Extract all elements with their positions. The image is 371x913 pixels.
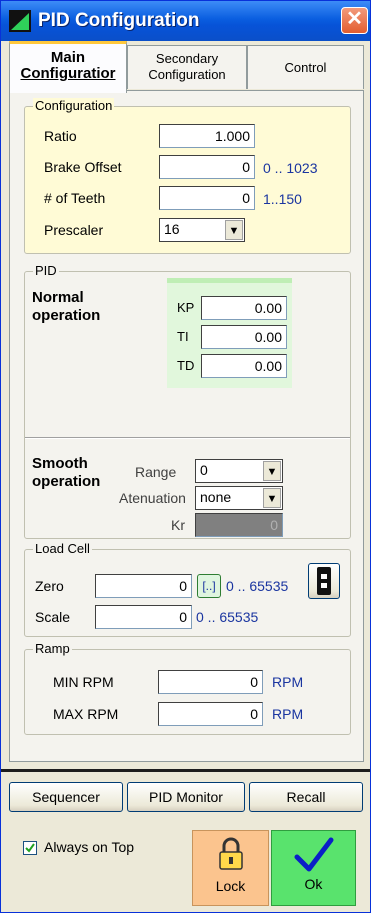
kr-input — [195, 513, 283, 537]
ok-button[interactable]: Ok — [271, 830, 356, 906]
brake-offset-input[interactable] — [159, 155, 255, 179]
bottom-separator — [1, 769, 370, 772]
ti-input[interactable] — [201, 325, 287, 349]
pid-divider — [25, 437, 350, 439]
pid-group-label: PID — [33, 263, 59, 278]
max-rpm-unit: RPM — [272, 706, 304, 722]
range-label: Range — [135, 464, 177, 480]
tab-label: Control — [284, 60, 327, 75]
prescaler-value: 16 — [164, 221, 180, 237]
min-rpm-input[interactable] — [158, 670, 263, 694]
configuration-group: Configuration Ratio Brake Offset 0 .. 10… — [24, 98, 351, 254]
td-input[interactable] — [201, 354, 287, 378]
tab-main-configuration[interactable]: Main Configuratior — [9, 41, 127, 93]
sequencer-button[interactable]: Sequencer — [9, 782, 123, 812]
lock-icon — [218, 837, 243, 870]
checkmark-icon — [25, 843, 35, 853]
tab-label-line1: Secondary — [155, 51, 219, 66]
lock-button-label: Lock — [215, 878, 246, 894]
scale-input[interactable] — [95, 605, 192, 629]
lock-button[interactable]: Lock — [192, 830, 269, 906]
load-cell-group-label: Load Cell — [33, 541, 92, 556]
always-on-top-label[interactable]: Always on Top — [44, 839, 134, 855]
min-rpm-label: MIN RPM — [53, 674, 114, 690]
window-title: PID Configuration — [38, 10, 200, 31]
chevron-down-icon[interactable]: ▼ — [225, 220, 243, 240]
tare-button[interactable] — [308, 563, 340, 599]
tab-secondary-configuration[interactable]: Secondary Configuration — [127, 45, 247, 89]
ratio-label: Ratio — [44, 128, 77, 144]
tab-label-line1: Main — [50, 49, 86, 66]
smooth-operation-label: Smooth operation — [32, 455, 101, 490]
pid-monitor-button[interactable]: PID Monitor — [127, 782, 245, 812]
zero-pick-button[interactable]: [..] — [197, 574, 221, 598]
always-on-top-checkbox[interactable] — [23, 841, 37, 855]
configuration-group-label: Configuration — [33, 98, 115, 113]
ramp-group: Ramp MIN RPM RPM MAX RPM RPM — [24, 641, 351, 735]
ti-label: TI — [177, 329, 189, 344]
atenuation-select[interactable]: none ▼ — [195, 486, 283, 510]
pid-configuration-window: PID Configuration ✕ Main Configuratior S… — [0, 0, 371, 913]
chevron-down-icon[interactable]: ▼ — [263, 461, 281, 481]
title-bar[interactable]: PID Configuration ✕ — [1, 1, 370, 41]
ok-button-label: Ok — [304, 876, 323, 892]
ramp-group-label: Ramp — [33, 641, 72, 656]
teeth-label: # of Teeth — [44, 190, 106, 206]
close-button[interactable]: ✕ — [341, 7, 368, 34]
normal-operation-label: Normal operation — [32, 289, 101, 324]
chevron-down-icon[interactable]: ▼ — [263, 488, 281, 508]
scale-range: 0 .. 65535 — [196, 609, 259, 625]
tab-label-line2: Configuration — [148, 67, 226, 82]
min-rpm-unit: RPM — [272, 674, 304, 690]
teeth-range: 1..150 — [263, 191, 302, 207]
ratio-input[interactable] — [159, 124, 255, 148]
brake-offset-label: Brake Offset — [44, 159, 122, 175]
recall-button[interactable]: Recall — [249, 782, 363, 812]
scale-label: Scale — [35, 609, 71, 625]
tab-control[interactable]: Control — [247, 45, 364, 89]
prescaler-select[interactable]: 16 ▼ — [159, 218, 245, 242]
range-select[interactable]: 0 ▼ — [195, 459, 283, 483]
td-label: TD — [177, 358, 195, 373]
brake-offset-range: 0 .. 1023 — [263, 160, 318, 176]
zero-range: 0 .. 65535 — [226, 578, 289, 594]
atenuation-label: Atenuation — [119, 490, 186, 506]
zero-label: Zero — [35, 578, 64, 594]
load-cell-icon — [317, 567, 331, 595]
tab-label-line2: Configuratior — [20, 65, 116, 82]
kp-input[interactable] — [201, 296, 287, 320]
pid-group: PID Normal operation KP TI TD Smooth ope… — [24, 263, 351, 539]
kp-label: KP — [177, 300, 195, 315]
kr-label: Kr — [171, 517, 185, 533]
teeth-input[interactable] — [159, 186, 255, 210]
max-rpm-label: MAX RPM — [53, 706, 119, 722]
checkmark-icon — [294, 837, 333, 872]
app-icon — [9, 10, 31, 32]
pid-gains-panel: KP TI TD — [167, 278, 292, 388]
atenuation-value: none — [200, 489, 232, 505]
prescaler-label: Prescaler — [44, 222, 104, 238]
tab-panel-main-configuration: Configuration Ratio Brake Offset 0 .. 10… — [9, 90, 364, 762]
max-rpm-input[interactable] — [158, 702, 263, 726]
range-value: 0 — [200, 462, 208, 478]
load-cell-group: Load Cell Zero [..] 0 .. 65535 Scale 0 .… — [24, 541, 351, 637]
zero-input[interactable] — [95, 574, 192, 598]
